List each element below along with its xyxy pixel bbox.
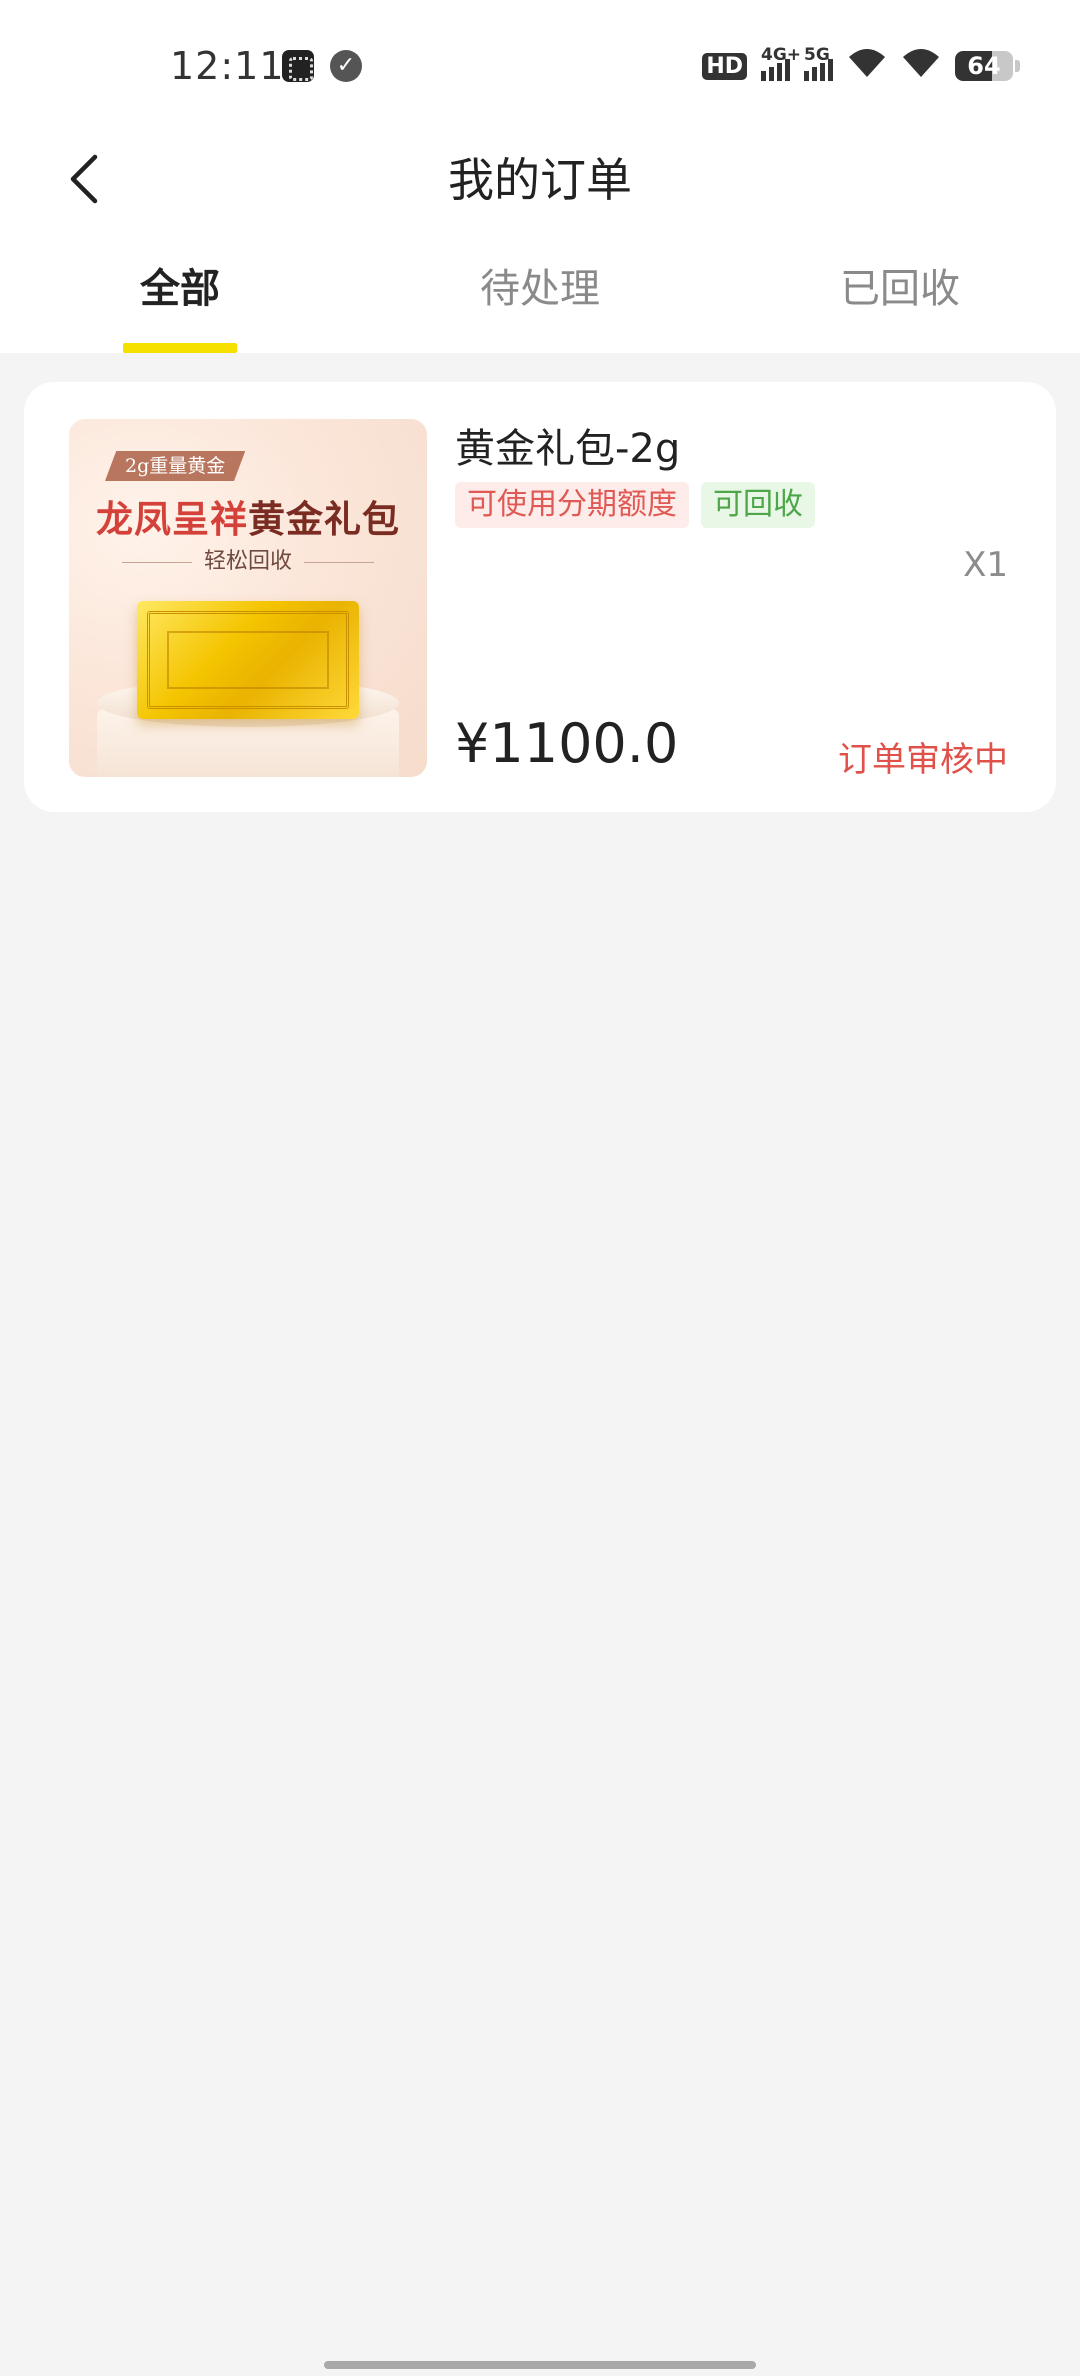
installment-badge: 可使用分期额度 — [455, 482, 689, 528]
hd-voice-icon: HD — [702, 52, 747, 80]
gold-bar-graphic — [137, 601, 359, 719]
signal-5g-icon: 5G — [804, 45, 833, 81]
product-badges: 可使用分期额度 可回收 — [455, 482, 815, 528]
battery-level: 64 — [967, 52, 1001, 80]
status-bar: 12:11 ✓ HD 4G+ 5G 64 — [0, 0, 1080, 130]
signal-4g-icon: 4G+ — [761, 45, 801, 81]
order-quantity: X1 — [963, 545, 1008, 585]
wifi-icon-2 — [901, 47, 941, 85]
home-indicator[interactable] — [324, 2361, 756, 2369]
check-circle-icon: ✓ — [330, 50, 362, 82]
tab-all[interactable]: 全部 — [0, 230, 360, 353]
battery-icon: 64 — [955, 51, 1013, 81]
order-card[interactable]: 2g重量黄金 龙凤呈祥黄金礼包 轻松回收 黄金礼包-2g 可使用分期额度 可回收… — [24, 382, 1056, 812]
wifi-icon — [847, 47, 887, 85]
nav-header: 我的订单 — [0, 130, 1080, 230]
order-tabs: 全部 待处理 已回收 — [0, 230, 1080, 353]
product-image: 2g重量黄金 龙凤呈祥黄金礼包 轻松回收 — [69, 419, 427, 777]
product-image-title: 龙凤呈祥黄金礼包 — [69, 489, 427, 543]
puzzle-app-icon — [282, 50, 314, 82]
product-image-title-red: 龙凤呈祥 — [96, 497, 248, 541]
product-image-title-dark: 黄金礼包 — [248, 497, 400, 541]
order-list-screen: 12:11 ✓ HD 4G+ 5G 64 我的订单 全部 待处理 已回收 2g重… — [0, 0, 1080, 2376]
product-image-subtitle: 轻松回收 — [69, 543, 427, 575]
order-price: ¥1100.0 — [455, 712, 679, 775]
status-indicators: HD 4G+ 5G 64 — [702, 45, 1020, 86]
status-time: 12:11 — [170, 44, 285, 88]
product-image-tag: 2g重量黄金 — [105, 451, 246, 481]
tab-recycled[interactable]: 已回收 — [720, 230, 1080, 353]
tab-pending[interactable]: 待处理 — [360, 230, 720, 353]
product-name: 黄金礼包-2g — [455, 426, 681, 472]
network-label-5g: 5G — [804, 45, 830, 65]
battery-tip — [1015, 60, 1020, 72]
page-title: 我的订单 — [448, 153, 632, 207]
recyclable-badge: 可回收 — [701, 482, 815, 528]
network-label-4g: 4G+ — [761, 45, 802, 65]
order-status: 订单审核中 — [838, 740, 1008, 780]
